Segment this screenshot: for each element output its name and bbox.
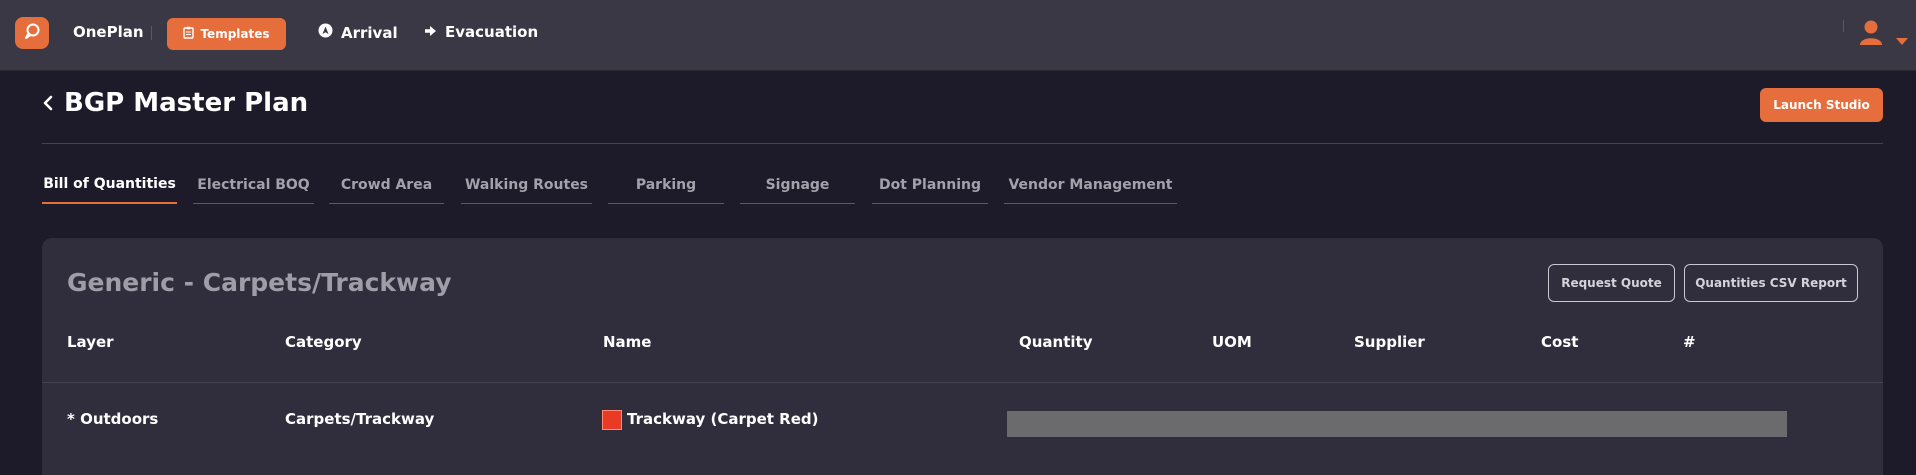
launch-studio-button[interactable]: Launch Studio	[1760, 88, 1883, 122]
user-icon[interactable]	[1858, 19, 1884, 47]
templates-button[interactable]: Templates	[167, 18, 286, 50]
app-name[interactable]: OnePlan	[73, 23, 144, 41]
clipboard-icon	[183, 26, 195, 42]
arrow-right-icon	[424, 23, 437, 41]
tab-vendor-management[interactable]: Vendor Management	[1004, 166, 1177, 204]
separator	[1843, 20, 1844, 32]
nav-evacuation-label: Evacuation	[445, 23, 539, 41]
navigation-icon	[318, 23, 333, 42]
separator	[151, 26, 152, 40]
column-header-supplier: Supplier	[1354, 333, 1425, 351]
tab-walking-routes[interactable]: Walking Routes	[461, 166, 592, 204]
column-header-quantity: Quantity	[1019, 333, 1093, 351]
cell-layer: * Outdoors	[67, 410, 159, 428]
chat-bubble-icon	[23, 22, 41, 44]
templates-label: Templates	[200, 27, 270, 41]
panel-title: Generic - Carpets/Trackway	[67, 268, 452, 297]
column-header-category: Category	[285, 333, 362, 351]
request-quote-button[interactable]: Request Quote	[1548, 264, 1675, 302]
boq-panel: Generic - Carpets/Trackway Request Quote…	[42, 238, 1883, 475]
nav-evacuation[interactable]: Evacuation	[424, 23, 538, 41]
top-navigation-bar: OnePlan Templates Arrival Evacuation	[0, 0, 1916, 71]
header-divider	[42, 143, 1883, 144]
cell-category: Carpets/Trackway	[285, 410, 435, 428]
quantities-csv-report-button[interactable]: Quantities CSV Report	[1684, 264, 1858, 302]
column-header-uom: UOM	[1212, 333, 1252, 351]
tab-parking[interactable]: Parking	[608, 166, 724, 204]
column-header-cost: Cost	[1541, 333, 1579, 351]
redacted-row-values	[1007, 411, 1787, 437]
chevron-down-icon[interactable]	[1896, 31, 1908, 50]
page-title: BGP Master Plan	[64, 88, 309, 118]
back-chevron-icon[interactable]	[42, 95, 54, 115]
color-swatch	[602, 410, 622, 430]
cell-name: Trackway (Carpet Red)	[627, 410, 819, 428]
tab-bill-of-quantities[interactable]: Bill of Quantities	[42, 166, 177, 204]
tab-dot-planning[interactable]: Dot Planning	[872, 166, 988, 204]
tab-signage[interactable]: Signage	[740, 166, 855, 204]
column-header-layer: Layer	[67, 333, 114, 351]
column-header-number: #	[1683, 333, 1696, 351]
nav-arrival-label: Arrival	[341, 23, 398, 42]
nav-arrival[interactable]: Arrival	[318, 23, 398, 42]
column-header-name: Name	[603, 333, 652, 351]
header-row-divider	[42, 382, 1883, 383]
tab-crowd-area[interactable]: Crowd Area	[329, 166, 444, 204]
app-logo[interactable]	[15, 17, 49, 49]
tab-electrical-boq[interactable]: Electrical BOQ	[193, 166, 314, 204]
